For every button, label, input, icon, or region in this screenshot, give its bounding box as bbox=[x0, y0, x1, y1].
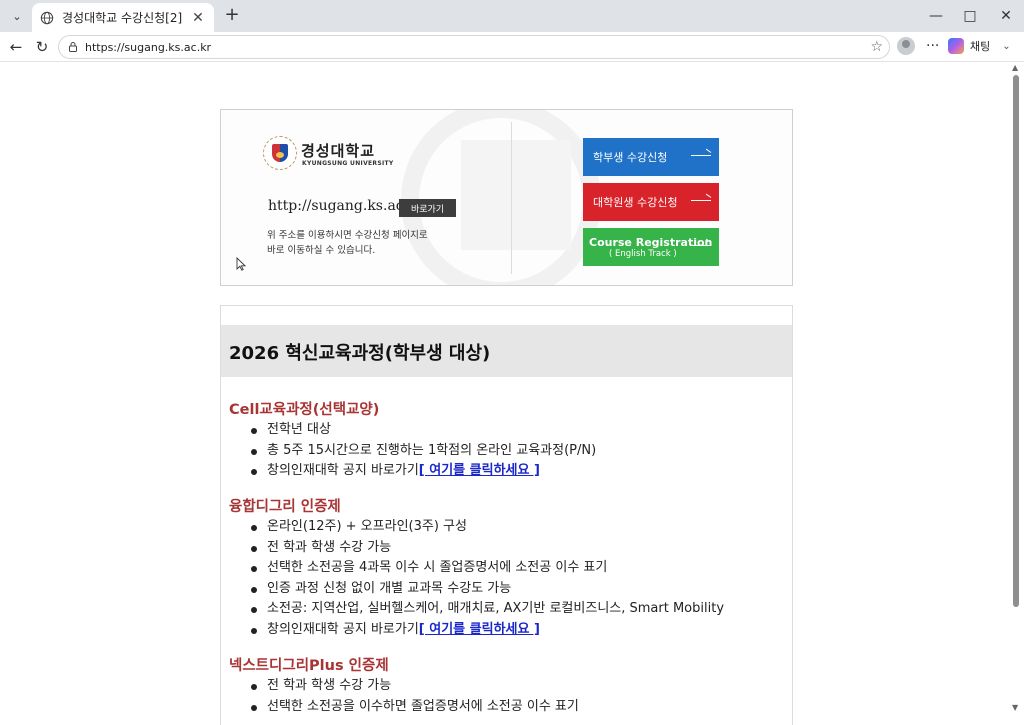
page-title: 2026 혁신교육과정(학부생 대상) bbox=[229, 343, 491, 364]
university-name-en: KYUNGSUNG UNIVERSITY bbox=[302, 160, 394, 167]
undergrad-registration-button[interactable]: 학부생 수강신청 bbox=[583, 138, 719, 176]
scroll-up-icon[interactable]: ▲ bbox=[1012, 63, 1018, 72]
chevron-down-icon: ⌄ bbox=[12, 9, 22, 23]
url-text: https://sugang.ks.ac.kr bbox=[85, 40, 212, 54]
list-item: 인증 과정 신청 없이 개별 교과목 수강도 가능 bbox=[251, 579, 724, 600]
profile-avatar[interactable] bbox=[897, 37, 915, 55]
copilot-label: 채팅 bbox=[970, 40, 991, 53]
maximize-icon[interactable]: □ bbox=[960, 6, 980, 26]
goto-button[interactable]: 바로가기 bbox=[399, 199, 456, 217]
url-input[interactable]: https://sugang.ks.ac.kr ☆ bbox=[58, 35, 890, 59]
page-scrollbar[interactable]: ▲ ▼ bbox=[1010, 63, 1022, 715]
university-name: 경성대학교 bbox=[301, 142, 376, 160]
list-item: 전 학과 학생 수강 가능 bbox=[251, 538, 724, 559]
banner-description: 위 주소를 이용하시면 수강신청 페이지로 바로 이동하실 수 있습니다. bbox=[267, 228, 487, 258]
university-emblem-icon bbox=[263, 136, 297, 170]
copilot-icon bbox=[948, 38, 964, 54]
list-item-text: 창의인재대학 공지 바로가기 bbox=[267, 463, 419, 478]
arrow-right-icon bbox=[691, 200, 711, 201]
address-bar: ← ↻ https://sugang.ks.ac.kr ☆ bbox=[0, 32, 1024, 62]
close-icon[interactable]: ✕ bbox=[190, 10, 206, 26]
section-heading: 융합디그리 인증제 bbox=[229, 499, 341, 515]
tab-active[interactable]: 경성대학교 수강신청[2] ✕ bbox=[32, 3, 214, 32]
desc-line: 위 주소를 이용하시면 수강신청 페이지로 bbox=[267, 230, 428, 241]
mouse-cursor-icon bbox=[236, 257, 246, 271]
list-item: 총 5주 15시간으로 진행하는 1학점의 온라인 교육과정(P/N) bbox=[251, 441, 596, 462]
english-registration-button[interactable]: Course Registration ( English Track ) bbox=[583, 228, 719, 266]
list-item: 창의인재대학 공지 바로가기[ 여기를 클릭하세요 ] bbox=[251, 461, 596, 482]
notice-link[interactable]: [ 여기를 클릭하세요 ] bbox=[419, 622, 540, 637]
list-item: 전학년 대상 bbox=[251, 420, 596, 441]
arrow-right-icon bbox=[691, 245, 711, 246]
sugang-banner: 경성대학교 KYUNGSUNG UNIVERSITY http://sugang… bbox=[220, 109, 793, 286]
back-icon[interactable]: ← bbox=[6, 37, 26, 57]
english-sub-label: ( English Track ) bbox=[609, 248, 677, 259]
notice-link[interactable]: [ 여기를 클릭하세요 ] bbox=[419, 463, 540, 478]
scroll-down-icon[interactable]: ▼ bbox=[1012, 703, 1018, 712]
minimize-icon[interactable]: — bbox=[926, 6, 946, 26]
list-item: 선택한 소전공을 이수하면 졸업증명서에 소전공 이수 표기 bbox=[251, 697, 579, 718]
bullet-list: 전 학과 학생 수강 가능 선택한 소전공을 이수하면 졸업증명서에 소전공 이… bbox=[251, 676, 579, 717]
list-item: 소전공: 지역산업, 실버헬스케어, 매개치료, AX기반 로컬비즈니스, Sm… bbox=[251, 599, 724, 620]
arrow-right-icon bbox=[691, 155, 711, 156]
chevron-down-icon: ⌄ bbox=[1002, 40, 1011, 52]
card-header: 2026 혁신교육과정(학부생 대상) bbox=[221, 325, 792, 377]
list-item: 온라인(12주) + 오프라인(3주) 구성 bbox=[251, 517, 724, 538]
more-options-icon[interactable]: ··· bbox=[926, 38, 939, 54]
star-icon[interactable]: ☆ bbox=[870, 39, 883, 55]
new-tab-button[interactable]: + bbox=[222, 6, 242, 26]
section-heading: Cell교육과정(선택교양) bbox=[229, 402, 380, 418]
desc-line: 바로 이동하실 수 있습니다. bbox=[267, 245, 376, 256]
list-item: 선택한 소전공을 4과목 이수 시 졸업증명서에 소전공 이수 표기 bbox=[251, 558, 724, 579]
grad-registration-button[interactable]: 대학원생 수강신청 bbox=[583, 183, 719, 221]
bullet-list: 온라인(12주) + 오프라인(3주) 구성 전 학과 학생 수강 가능 선택한… bbox=[251, 517, 724, 640]
list-item: 전 학과 학생 수강 가능 bbox=[251, 676, 579, 697]
english-label: Course Registration bbox=[589, 235, 713, 249]
tab-bar: ⌄ 경성대학교 수강신청[2] ✕ + — □ ✕ bbox=[0, 0, 1024, 32]
bullet-list: 전학년 대상 총 5주 15시간으로 진행하는 1학점의 온라인 교육과정(P/… bbox=[251, 420, 596, 482]
banner-divider bbox=[511, 122, 512, 274]
globe-icon bbox=[40, 11, 54, 24]
grad-label: 대학원생 수강신청 bbox=[593, 196, 678, 209]
copilot-button[interactable]: 채팅 ⌄ bbox=[948, 35, 1020, 57]
tab-title: 경성대학교 수강신청[2] bbox=[62, 11, 183, 25]
list-item-text: 창의인재대학 공지 바로가기 bbox=[267, 621, 419, 637]
tab-list-button[interactable]: ⌄ bbox=[6, 6, 28, 26]
list-item: 창의인재대학 공지 바로가기[ 여기를 클릭하세요 ] bbox=[251, 620, 724, 641]
site-info-icon[interactable] bbox=[67, 41, 79, 53]
curriculum-card: 2026 혁신교육과정(학부생 대상) Cell교육과정(선택교양) 전학년 대… bbox=[220, 305, 793, 725]
close-window-icon[interactable]: ✕ bbox=[996, 6, 1016, 26]
refresh-icon[interactable]: ↻ bbox=[32, 37, 52, 57]
undergrad-label: 학부생 수강신청 bbox=[593, 151, 668, 164]
scroll-thumb[interactable] bbox=[1013, 75, 1019, 607]
section-heading: 넥스트디그리Plus 인증제 bbox=[229, 658, 389, 674]
